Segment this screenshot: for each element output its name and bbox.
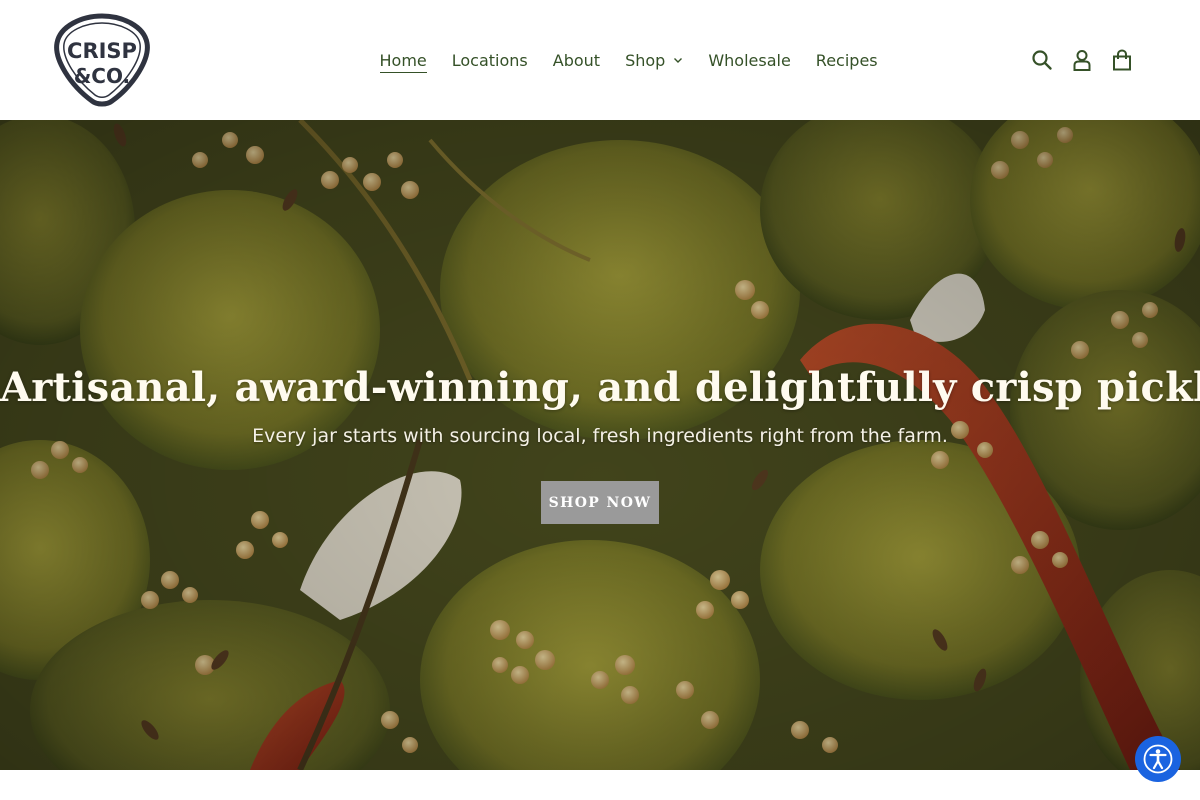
logo-text-bottom: &CO. xyxy=(74,64,130,88)
site-header: CRISP &CO. Home Locations About Shop Who… xyxy=(0,0,1200,120)
nav-shop[interactable]: Shop xyxy=(625,45,683,75)
accessibility-icon xyxy=(1143,744,1173,774)
cart-icon[interactable] xyxy=(1106,44,1138,76)
hero-subtitle: Every jar starts with sourcing local, fr… xyxy=(252,425,948,447)
nav-about[interactable]: About xyxy=(553,45,600,75)
hero-banner: Artisanal, award-winning, and delightful… xyxy=(0,120,1200,770)
account-icon[interactable] xyxy=(1066,44,1098,76)
chevron-down-icon xyxy=(673,55,683,65)
nav-locations[interactable]: Locations xyxy=(452,45,528,75)
brand-logo[interactable]: CRISP &CO. xyxy=(52,13,152,107)
logo-text-top: CRISP xyxy=(67,39,137,63)
page-below-hero xyxy=(0,770,1200,800)
header-actions xyxy=(1018,44,1138,76)
main-navigation: Home Locations About Shop Wholesale Reci… xyxy=(367,45,890,75)
nav-shop-label: Shop xyxy=(625,50,666,70)
nav-home[interactable]: Home xyxy=(379,45,428,75)
nav-recipes[interactable]: Recipes xyxy=(816,45,878,75)
search-icon[interactable] xyxy=(1026,44,1058,76)
nav-wholesale[interactable]: Wholesale xyxy=(708,45,790,75)
shop-now-button[interactable]: SHOP NOW xyxy=(541,481,659,524)
hero-title: Artisanal, award-winning, and delightful… xyxy=(0,364,1200,411)
accessibility-button[interactable] xyxy=(1135,736,1181,782)
crisp-logo-graphic: CRISP &CO. xyxy=(54,13,150,107)
